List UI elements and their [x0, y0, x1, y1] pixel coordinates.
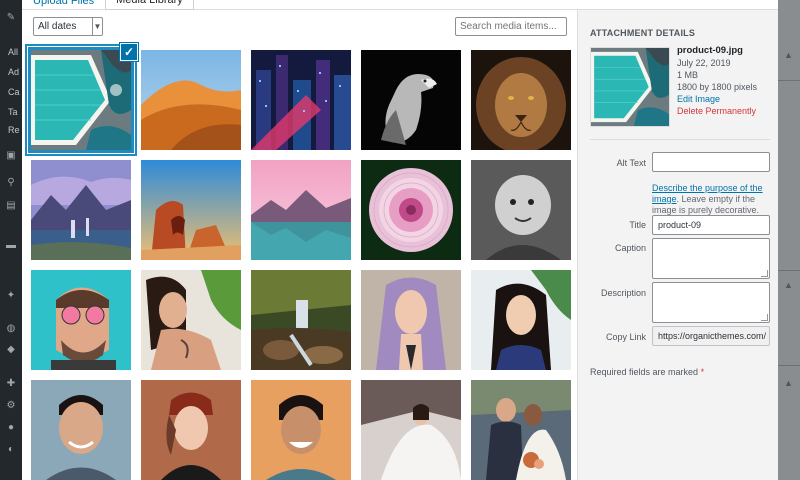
description-textarea[interactable]	[652, 282, 770, 323]
media-item-wedding-couple[interactable]	[471, 380, 571, 480]
media-item-city-night[interactable]	[251, 50, 351, 150]
media-item-lion[interactable]	[471, 50, 571, 150]
pages-icon[interactable]: ▤	[5, 200, 17, 212]
admin-label-ca: Ca	[8, 87, 20, 97]
title-input[interactable]: product-09	[652, 215, 770, 235]
plugins-icon[interactable]: ◍	[5, 323, 17, 335]
tab-upload-files[interactable]: Upload Files	[22, 0, 105, 10]
chevron-down-icon: ▼	[92, 18, 102, 35]
media-item-pool-aerial[interactable]	[28, 47, 134, 153]
settings-icon[interactable]: ⚙	[5, 400, 17, 412]
media-item-eagle-bw[interactable]	[361, 50, 461, 150]
media-item-mountain-waterfall[interactable]	[31, 160, 131, 260]
media-item-woman-tattoo[interactable]	[141, 270, 241, 370]
attachment-size: 1 MB	[677, 70, 699, 80]
media-item-canyon-rocks[interactable]	[141, 160, 241, 260]
pin-icon[interactable]: ✎	[5, 12, 17, 24]
collapse-icon[interactable]: ◐	[5, 444, 17, 456]
admin-label-ta: Ta	[8, 107, 18, 117]
media-item-pink-lake[interactable]	[251, 160, 351, 260]
users-icon[interactable]: ◆	[5, 344, 17, 356]
attachment-info: product-09.jpg July 22, 2019 1 MB 1800 b…	[677, 45, 757, 117]
media-item-desert-dunes[interactable]	[141, 50, 241, 150]
media-item-forest-waterfall[interactable]	[251, 270, 351, 370]
required-fields-note: Required fields are marked *	[590, 367, 704, 377]
media-modal: Upload Files Media Library All dates ▼ S…	[22, 0, 778, 480]
alt-text-description: Describe the purpose of the image. Leave…	[652, 183, 772, 216]
attachment-preview	[590, 47, 670, 127]
media-item-bride-car[interactable]	[361, 380, 461, 480]
user-icon[interactable]: ●	[5, 422, 17, 434]
link-icon[interactable]: ⚲	[5, 177, 17, 189]
delete-permanently-link[interactable]: Delete Permanently	[677, 105, 757, 117]
title-label: Title	[629, 220, 646, 230]
attachment-details-heading: ATTACHMENT DETAILS	[590, 28, 696, 38]
media-icon[interactable]: ▣	[5, 150, 17, 162]
chevron-up-icon: ▲	[784, 280, 793, 290]
media-item-woman-beanie[interactable]	[141, 380, 241, 480]
description-label: Description	[600, 288, 646, 298]
media-item-dahlia-flower[interactable]	[361, 160, 461, 260]
selected-checkmark-icon[interactable]: ✓	[120, 43, 138, 61]
copy-link-label: Copy Link	[605, 332, 646, 342]
attachment-filename: product-09.jpg	[677, 45, 743, 56]
admin-label-ad: Ad	[8, 67, 20, 77]
admin-label-re: Re	[8, 125, 20, 135]
media-item-man-smiling[interactable]	[251, 380, 351, 480]
tools-icon[interactable]: ✚	[5, 378, 17, 390]
right-backdrop: ▲ ▲ ▲	[778, 0, 800, 480]
media-browser: All dates ▼ ✓	[22, 10, 577, 480]
resize-handle-icon[interactable]	[761, 270, 768, 277]
alt-text-label: Alt Text	[616, 158, 646, 168]
appearance-icon[interactable]: ✦	[5, 290, 17, 302]
chevron-up-icon: ▲	[784, 378, 793, 388]
attachment-dimensions: 1800 by 1800 pixels	[677, 82, 758, 92]
tab-media-library[interactable]: Media Library	[105, 0, 194, 10]
media-item-woman-outdoor[interactable]	[471, 270, 571, 370]
search-input[interactable]	[455, 17, 567, 36]
required-star: *	[700, 367, 705, 377]
required-note-text: Required fields are marked	[590, 367, 699, 377]
media-tabs: Upload Files Media Library	[22, 0, 194, 10]
attachment-date: July 22, 2019	[677, 58, 731, 68]
caption-textarea[interactable]	[652, 238, 770, 279]
date-filter-select[interactable]: All dates ▼	[33, 17, 103, 36]
resize-handle-icon[interactable]	[761, 314, 768, 321]
media-item-man-portrait[interactable]	[31, 380, 131, 480]
admin-label-all: All	[8, 47, 19, 57]
divider	[590, 139, 770, 140]
media-item-woman-lavender-hair[interactable]	[361, 270, 461, 370]
media-item-baby-bw[interactable]	[471, 160, 571, 260]
date-filter-value: All dates	[38, 21, 77, 32]
alt-text-input[interactable]	[652, 152, 770, 172]
media-item-man-sunglasses[interactable]	[31, 270, 131, 370]
copy-link-input[interactable]: https://organicthemes.com/	[652, 326, 770, 346]
chevron-up-icon: ▲	[784, 50, 793, 60]
caption-label: Caption	[614, 243, 646, 253]
edit-image-link[interactable]: Edit Image	[677, 93, 757, 105]
attachment-details-panel: ATTACHMENT DETAILS product-09.jpg July 2…	[577, 10, 778, 480]
comments-icon[interactable]: ▬	[5, 240, 17, 252]
admin-sidebar: ✎ All Ad Ca Ta Re ▣ ⚲ ▤ ▬ ✦ ◍ ◆ ✚ ⚙ ● ◐	[0, 0, 22, 480]
